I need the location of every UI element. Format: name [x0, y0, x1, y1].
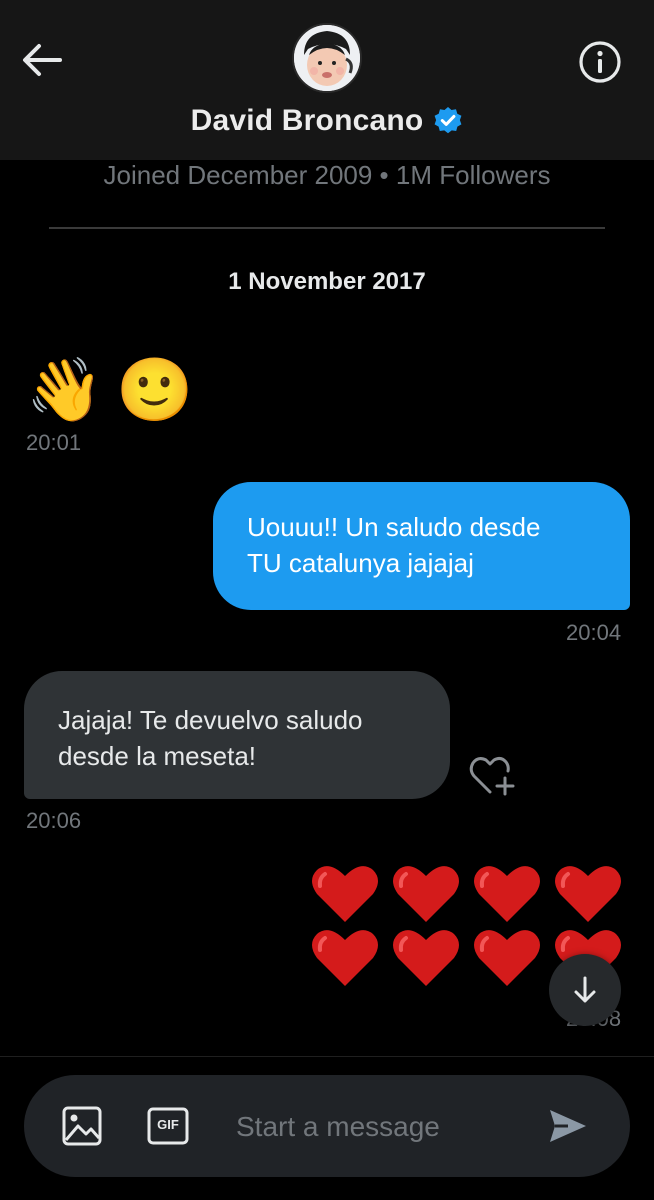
- message-bubble-incoming[interactable]: Jajaja! Te devuelvo saludo desde la mese…: [24, 671, 450, 799]
- image-icon: [62, 1106, 102, 1146]
- red-heart-emoji: [385, 926, 466, 990]
- message-time: 20:06: [26, 808, 82, 833]
- date-separator: 1 November 2017: [228, 268, 426, 295]
- message-line: desde la meseta!: [58, 741, 257, 771]
- red-heart-emoji: [304, 862, 385, 926]
- avatar[interactable]: [292, 23, 362, 93]
- scroll-to-bottom-button[interactable]: [549, 954, 621, 1026]
- info-button[interactable]: [576, 38, 624, 86]
- add-reaction-button[interactable]: [468, 754, 516, 798]
- arrow-left-icon: [23, 44, 62, 76]
- red-heart-emoji: [466, 862, 547, 926]
- red-heart-emoji: [385, 862, 466, 926]
- red-heart-emoji: [466, 926, 547, 990]
- message-time: 20:01: [26, 430, 82, 455]
- message-line: TU catalunya jajajaj: [247, 548, 474, 578]
- profile-meta: Joined December 2009 • 1M Followers: [103, 160, 551, 190]
- send-icon: [550, 1110, 586, 1142]
- waving-hand-emoji: 👋: [26, 353, 104, 426]
- back-button[interactable]: [18, 38, 66, 82]
- message-input[interactable]: [236, 1100, 526, 1154]
- message-emoji-incoming[interactable]: 👋 🙂: [26, 346, 194, 434]
- title-row: David Broncano: [0, 104, 654, 138]
- gif-label: GIF: [157, 1117, 179, 1132]
- contact-name[interactable]: David Broncano: [191, 104, 424, 138]
- info-icon: [579, 41, 621, 83]
- send-button[interactable]: [546, 1104, 590, 1148]
- message-bubble-outgoing[interactable]: Uouuu!! Un saludo desde TU catalunya jaj…: [213, 482, 630, 610]
- smiling-face-emoji: 🙂: [116, 353, 194, 426]
- message-line: Uouuu!! Un saludo desde: [247, 512, 541, 542]
- conversation-header: David Broncano: [0, 0, 654, 160]
- divider: [49, 227, 605, 229]
- red-heart-emoji: [304, 926, 385, 990]
- red-heart-emoji: [547, 862, 628, 926]
- message-time: 20:04: [566, 620, 622, 645]
- arrow-down-icon: [574, 976, 596, 1003]
- message-line: Jajaja! Te devuelvo saludo: [58, 705, 363, 735]
- heart-plus-icon: [469, 756, 515, 796]
- add-image-button[interactable]: [60, 1104, 104, 1148]
- verified-badge-icon: [433, 106, 463, 136]
- add-gif-button[interactable]: GIF: [146, 1105, 190, 1147]
